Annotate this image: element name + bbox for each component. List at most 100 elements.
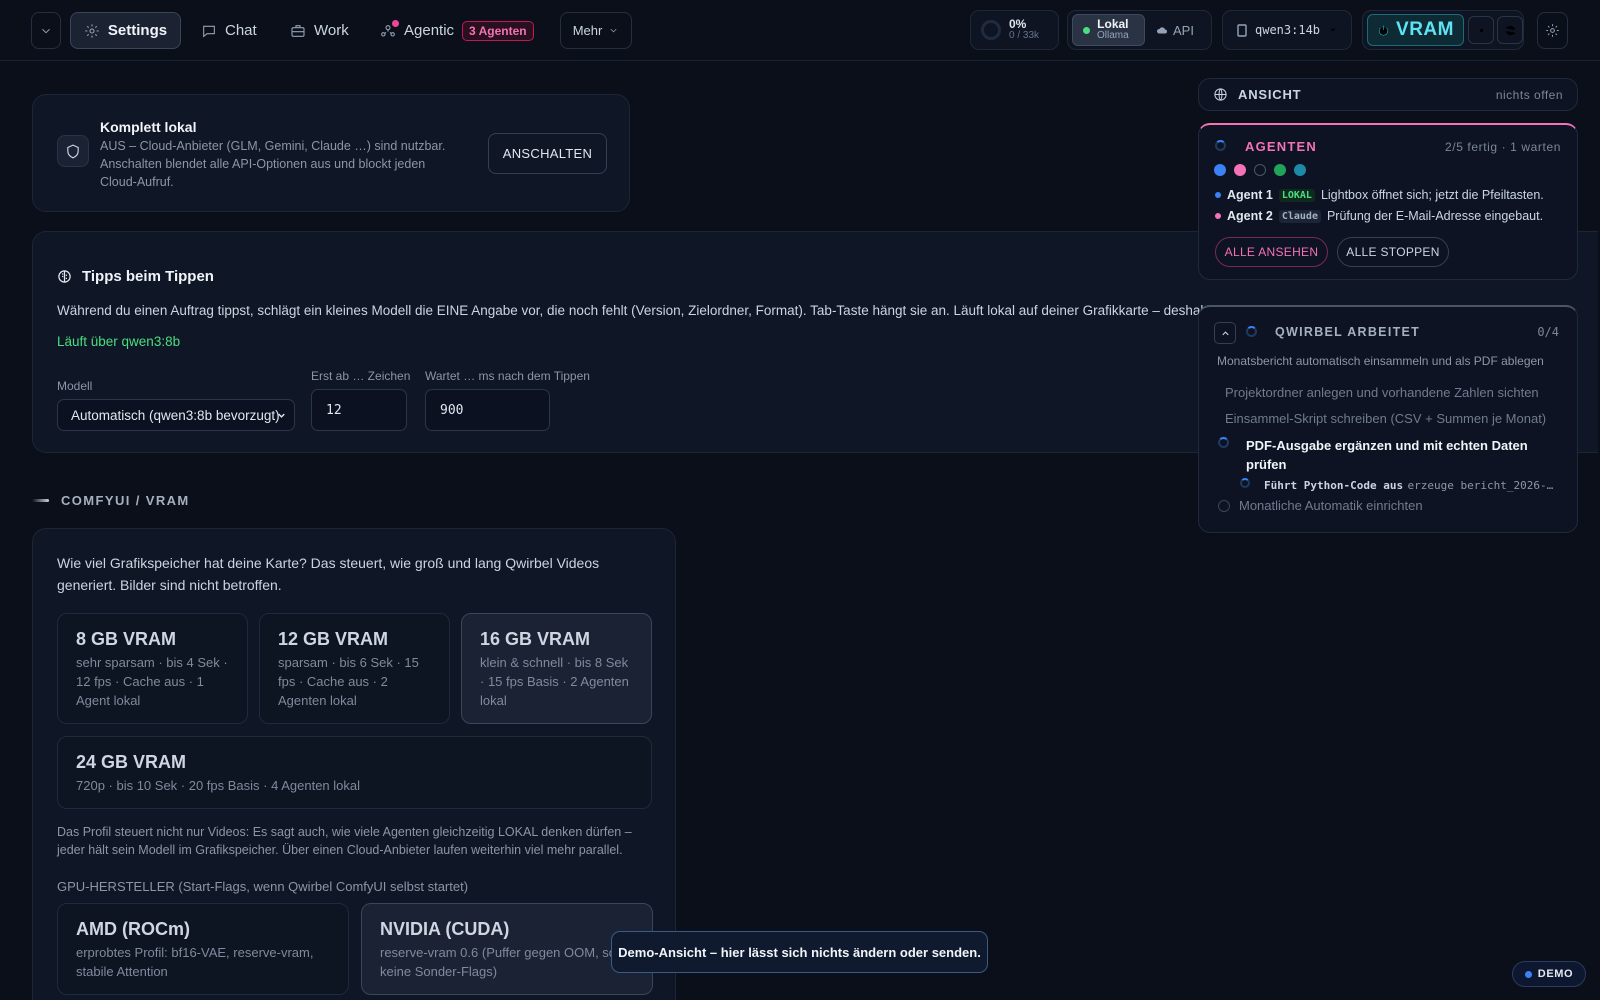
gpu-option-desc: erprobtes Profil: bf16-VAE, reserve-vram… bbox=[76, 945, 314, 979]
tab-chat[interactable]: Chat bbox=[201, 12, 257, 49]
section-marker bbox=[32, 499, 49, 502]
status-dot bbox=[1083, 26, 1090, 34]
task-panel-title: QWIRBEL ARBEITET bbox=[1275, 325, 1421, 339]
stop-all-agents-button[interactable]: ALLE STOPPEN bbox=[1337, 237, 1449, 267]
task-panel-progress: 0/4 bbox=[1537, 325, 1559, 339]
local-only-title: Komplett lokal bbox=[100, 119, 197, 135]
tab-settings-label: Settings bbox=[107, 22, 168, 39]
vram-option-title: 16 GB VRAM bbox=[480, 629, 591, 649]
cloud-icon bbox=[1156, 27, 1167, 34]
agent-dot[interactable] bbox=[1234, 164, 1246, 176]
gear-icon bbox=[1475, 24, 1487, 36]
model-select-label: qwen3:14b bbox=[1255, 23, 1321, 37]
collapse-button[interactable] bbox=[31, 12, 61, 49]
view-panel[interactable]: ANSICHT nichts offen bbox=[1198, 78, 1578, 111]
notification-dot bbox=[392, 19, 399, 27]
briefcase-icon bbox=[291, 24, 305, 37]
agent-provider-tag: Claude bbox=[1278, 209, 1321, 223]
chevron-down-icon bbox=[610, 28, 617, 33]
agent-dot[interactable] bbox=[1294, 164, 1306, 176]
mode-local-label: Lokal bbox=[1097, 17, 1129, 31]
shield-icon bbox=[57, 135, 89, 167]
vram-settings-button[interactable] bbox=[1468, 16, 1494, 44]
typing-tips-description: Während du einen Auftrag tippst, schlägt… bbox=[57, 303, 1204, 318]
task-step-active: PDF-Ausgabe ergänzen und mit echten Date… bbox=[1246, 438, 1528, 472]
view-panel-title: ANSICHT bbox=[1238, 87, 1302, 102]
collapse-panel-button[interactable] bbox=[1214, 322, 1236, 344]
vram-controls: VRAM bbox=[1362, 10, 1524, 50]
chevron-up-icon bbox=[1221, 330, 1229, 335]
demo-toast: Demo-Ansicht – hier lässt sich nichts än… bbox=[611, 931, 988, 973]
model-dropdown[interactable]: Automatisch (qwen3:8b bevorzugt) bbox=[57, 399, 295, 431]
loading-spinner-icon bbox=[1215, 140, 1226, 151]
gpu-vendor-heading: GPU-HERSTELLER (Start-Flags, wenn Qwirbe… bbox=[57, 879, 469, 894]
task-sub-action: Führt Python-Code aus erzeuge bericht_20… bbox=[1264, 476, 1553, 494]
loading-spinner-icon bbox=[1240, 478, 1250, 488]
vram-button[interactable]: VRAM bbox=[1367, 14, 1464, 46]
model-field-label: Modell bbox=[57, 379, 93, 393]
vram-option-title: 12 GB VRAM bbox=[278, 629, 389, 649]
model-dropdown-value: Automatisch (qwen3:8b bevorzugt) bbox=[71, 407, 280, 423]
agent-color-dot bbox=[1215, 192, 1221, 198]
comfyui-section-title: COMFYUI / VRAM bbox=[61, 493, 190, 508]
agent-dot[interactable] bbox=[1274, 164, 1286, 176]
demo-toast-text: Demo-Ansicht – hier lässt sich nichts än… bbox=[618, 944, 981, 960]
local-only-card: Komplett lokal AUS – Cloud-Anbieter (GLM… bbox=[32, 94, 630, 212]
wait-ms-input[interactable]: 900 bbox=[425, 389, 550, 431]
view-panel-status: nichts offen bbox=[1495, 87, 1563, 102]
vram-option-24gb[interactable]: 24 GB VRAM 720p · bis 10 Sek · 20 fps Ba… bbox=[57, 736, 652, 809]
more-menu-button[interactable]: Mehr bbox=[560, 12, 632, 49]
enable-local-only-label: ANSCHALTEN bbox=[502, 146, 593, 161]
task-sub-action-label: Führt Python-Code aus bbox=[1264, 479, 1404, 492]
tab-settings[interactable]: Settings bbox=[70, 12, 181, 49]
global-settings-button[interactable] bbox=[1537, 12, 1568, 49]
vram-intro: Wie viel Grafikspeicher hat deine Karte?… bbox=[57, 555, 600, 593]
gpu-option-desc: reserve-vram 0.6 (Puffer gegen OOM, sons… bbox=[380, 945, 634, 979]
typing-tips-header: Tipps beim Tippen bbox=[57, 268, 214, 285]
context-percent: 0% bbox=[1009, 17, 1027, 31]
tab-work-label: Work bbox=[314, 22, 349, 39]
top-bar: Settings Chat Work Agentic 3 Agenten Meh… bbox=[0, 0, 1600, 61]
loading-spinner-icon bbox=[1246, 326, 1257, 337]
agents-count-badge: 3 Agenten bbox=[462, 20, 534, 41]
agents-panel-title: AGENTEN bbox=[1245, 139, 1317, 154]
chevron-down-icon bbox=[42, 28, 50, 33]
agent-dot[interactable] bbox=[1254, 164, 1266, 176]
gpu-option-amd[interactable]: AMD (ROCm) erprobtes Profil: bf16-VAE, r… bbox=[57, 903, 349, 995]
profile-note: Das Profil steuert nicht nur Videos: Es … bbox=[57, 825, 632, 857]
gpu-option-title: NVIDIA (CUDA) bbox=[380, 919, 510, 939]
enable-local-only-button[interactable]: ANSCHALTEN bbox=[488, 133, 607, 174]
comfyui-section-header: COMFYUI / VRAM bbox=[32, 493, 190, 508]
chevron-down-icon bbox=[1330, 28, 1336, 32]
view-all-agents-button[interactable]: ALLE ANSEHEN bbox=[1215, 237, 1328, 267]
vram-option-12gb[interactable]: 12 GB VRAM sparsam · bis 6 Sek · 15 fps … bbox=[259, 613, 450, 724]
task-goal: Monatsbericht automatisch einsammeln und… bbox=[1217, 354, 1544, 368]
tab-chat-label: Chat bbox=[225, 22, 257, 39]
view-all-agents-label: ALLE ANSEHEN bbox=[1224, 245, 1319, 259]
mode-api-button[interactable]: API bbox=[1156, 14, 1194, 46]
mode-local-button[interactable]: Lokal Ollama bbox=[1072, 14, 1145, 46]
vram-option-desc: klein & schnell · bis 8 Sek · 15 fps Bas… bbox=[480, 655, 629, 708]
gear-icon bbox=[1546, 24, 1559, 37]
gpu-option-nvidia[interactable]: NVIDIA (CUDA) reserve-vram 0.6 (Puffer g… bbox=[361, 903, 653, 995]
agent-dot[interactable] bbox=[1214, 164, 1226, 176]
vram-refresh-button[interactable] bbox=[1497, 16, 1523, 44]
agents-panel: AGENTEN 2/5 fertig · 1 warten Agent 1 LO… bbox=[1198, 123, 1578, 280]
loading-spinner-icon bbox=[1218, 437, 1229, 448]
vram-option-16gb[interactable]: 16 GB VRAM klein & schnell · bis 8 Sek ·… bbox=[461, 613, 652, 724]
min-chars-input[interactable]: 12 bbox=[311, 389, 407, 431]
task-sub-action-detail: erzeuge bericht_2026-… bbox=[1407, 479, 1554, 492]
agent-row[interactable]: Agent 1 LOKAL Lightbox öffnet sich; jetz… bbox=[1215, 188, 1544, 202]
tab-work[interactable]: Work bbox=[290, 12, 349, 49]
agent-message: Prüfung der E-Mail-Adresse eingebaut. bbox=[1326, 209, 1544, 223]
vram-option-title: 24 GB VRAM bbox=[76, 752, 187, 772]
typing-tips-title: Tipps beim Tippen bbox=[82, 268, 214, 285]
task-step: Projektordner anlegen und vorhandene Zah… bbox=[1225, 385, 1539, 400]
pending-circle-icon bbox=[1218, 500, 1230, 512]
comfyui-vram-card: Wie viel Grafikspeicher hat deine Karte?… bbox=[32, 528, 676, 1000]
model-select[interactable]: qwen3:14b bbox=[1222, 10, 1352, 50]
agent-row[interactable]: Agent 2 Claude Prüfung der E-Mail-Adress… bbox=[1215, 209, 1543, 223]
vram-option-8gb[interactable]: 8 GB VRAM sehr sparsam · bis 4 Sek · 12 … bbox=[57, 613, 248, 724]
more-menu-label: Mehr bbox=[572, 23, 603, 38]
tab-agentic[interactable]: Agentic 3 Agenten bbox=[380, 12, 534, 49]
